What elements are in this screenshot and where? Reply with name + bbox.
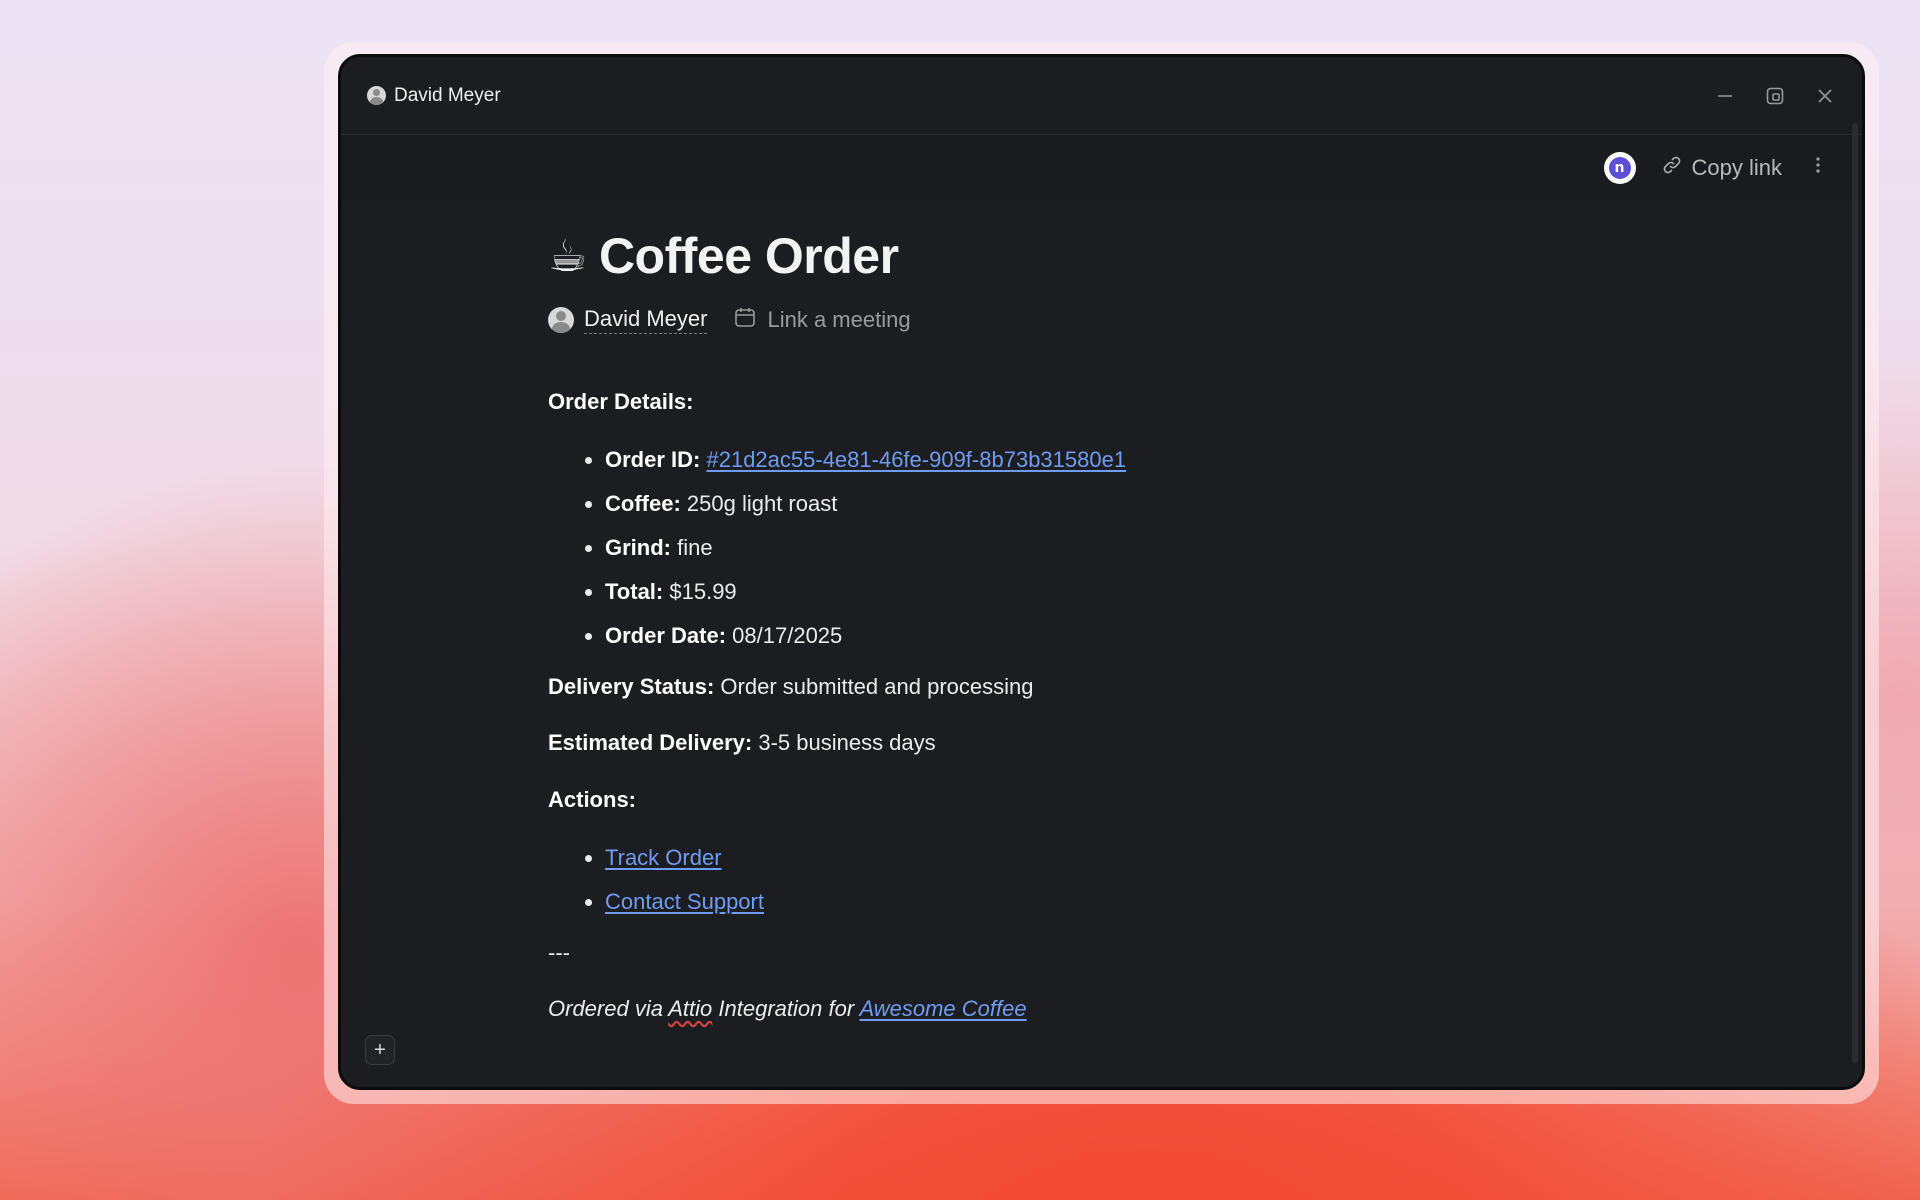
note-toolbar: n Copy link (341, 135, 1862, 201)
delivery-status: Delivery Status: Order submitted and pro… (548, 673, 1034, 699)
list-item: Total: $15.99 (548, 570, 1648, 614)
separator: --- (548, 939, 570, 965)
track-order-link[interactable]: Track Order (605, 843, 722, 873)
avatar (548, 307, 574, 333)
minimize-icon[interactable] (1714, 85, 1736, 107)
link-meeting-label: Link a meeting (767, 307, 911, 332)
avatar (367, 86, 386, 105)
awesome-coffee-link[interactable]: Awesome Coffee (859, 996, 1026, 1021)
list-item: Order ID: #21d2ac55-4e81-46fe-909f-8b73b… (548, 438, 1648, 482)
coffee-emoji-icon[interactable]: ☕ (548, 231, 587, 282)
actions-heading: Actions: (548, 787, 636, 813)
note-meta: David Meyer Link a meeting (548, 305, 1648, 335)
add-block-button[interactable]: + (365, 1035, 395, 1065)
contact-support-link[interactable]: Contact Support (605, 887, 764, 917)
estimated-delivery: Estimated Delivery: 3-5 business days (548, 730, 936, 756)
copy-link-button[interactable]: Copy link (1662, 155, 1782, 181)
scrollbar[interactable] (1852, 123, 1858, 1063)
list-item: Order Date: 08/17/2025 (548, 614, 1648, 658)
spellcheck-word: Attio (668, 996, 713, 1022)
app-badge[interactable]: n (1603, 152, 1636, 184)
titlebar-user-name: David Meyer (394, 84, 501, 106)
list-item: Coffee: 250g light roast (548, 482, 1648, 526)
close-icon[interactable] (1814, 85, 1836, 107)
titlebar-user: David Meyer (367, 85, 501, 107)
link-icon (1662, 155, 1682, 181)
vertical-ellipsis-icon[interactable] (1808, 155, 1828, 181)
plus-icon: + (374, 1038, 386, 1061)
list-item: Track Order (548, 836, 1648, 880)
link-meeting-button[interactable]: Link a meeting (733, 305, 911, 335)
order-details-heading: Order Details: (548, 389, 694, 414)
note-content: ☕ Coffee Order David Meyer Link a meetin… (548, 227, 1648, 1051)
window-controls (1714, 85, 1836, 107)
copy-link-label: Copy link (1691, 155, 1782, 180)
note-body[interactable]: Order Details: Order ID: #21d2ac55-4e81-… (548, 387, 1648, 1024)
calendar-icon (733, 305, 757, 335)
restore-icon[interactable] (1764, 85, 1786, 107)
actions-list: Track Order Contact Support (548, 836, 1648, 924)
author-name: David Meyer (584, 306, 708, 334)
list-item: Contact Support (548, 880, 1648, 924)
order-details-list: Order ID: #21d2ac55-4e81-46fe-909f-8b73b… (548, 438, 1648, 658)
author-chip[interactable]: David Meyer (548, 306, 708, 334)
page-title-text[interactable]: Coffee Order (599, 227, 899, 285)
list-item: Grind: fine (548, 526, 1648, 570)
page-title[interactable]: ☕ Coffee Order (548, 227, 1648, 285)
footer-note: Ordered via Attio Integration for Awesom… (548, 996, 1027, 1022)
order-id-link[interactable]: #21d2ac55-4e81-46fe-909f-8b73b31580e1 (706, 445, 1126, 475)
app-badge-letter: n (1608, 157, 1631, 179)
note-window: David Meyer n Copy link ☕ Coffee Order D… (338, 54, 1865, 1090)
titlebar: David Meyer (341, 57, 1862, 135)
